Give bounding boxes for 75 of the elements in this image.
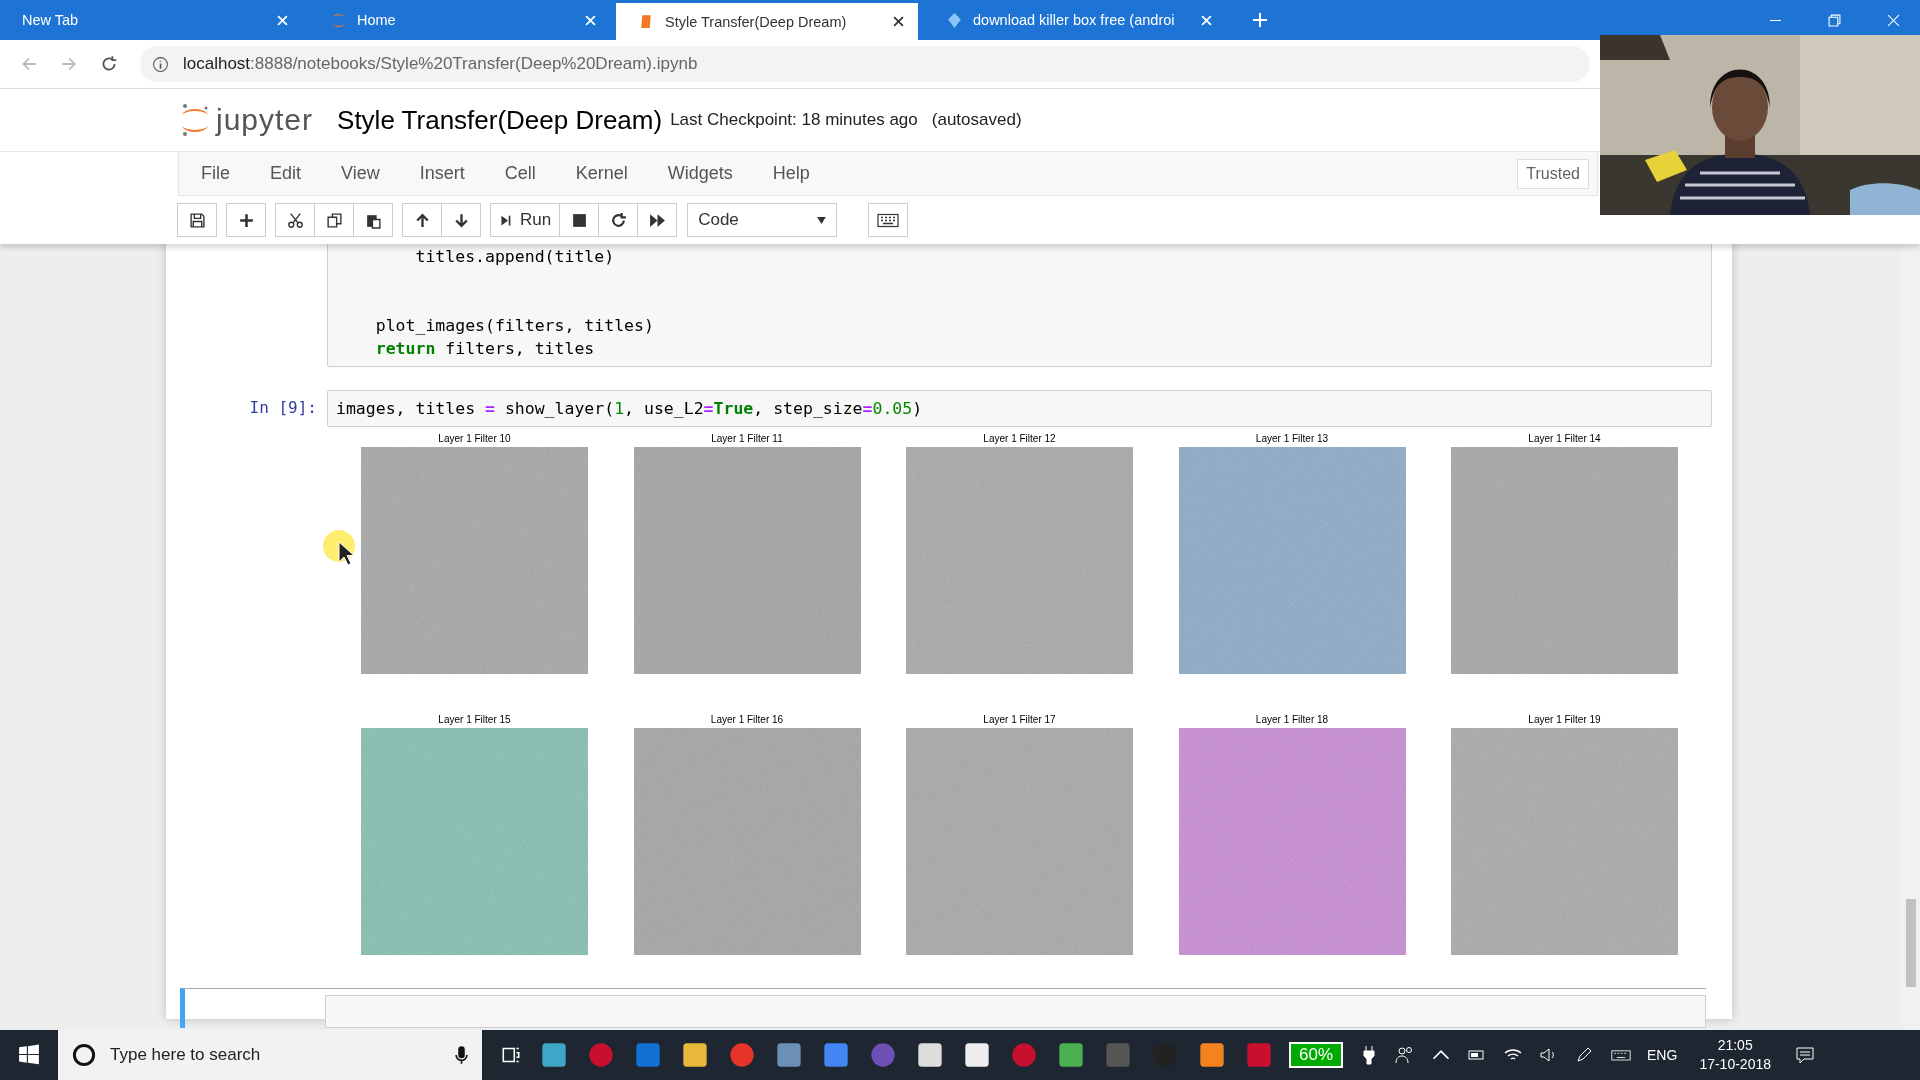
menu-item[interactable]: File bbox=[201, 163, 230, 184]
plot-title: Layer 1 Filter 11 bbox=[711, 433, 783, 444]
app-icon[interactable] bbox=[1057, 1041, 1085, 1069]
plot-title: Layer 1 Filter 19 bbox=[1528, 714, 1601, 725]
app-icon[interactable] bbox=[540, 1041, 568, 1069]
jupyter-logo-text: jupyter bbox=[216, 103, 314, 137]
menu-item[interactable]: Widgets bbox=[667, 163, 733, 184]
menu-item[interactable]: Edit bbox=[270, 163, 302, 184]
menu-item[interactable]: Help bbox=[772, 163, 810, 184]
code-input[interactable]: titles.append(title) plot_images(filters, titles) return filters, titles bbox=[327, 244, 1712, 367]
trusted-indicator[interactable]: Trusted bbox=[1517, 158, 1589, 189]
move-up-button[interactable] bbox=[402, 203, 442, 237]
menu-item[interactable]: View bbox=[341, 163, 380, 184]
plot-title: Layer 1 Filter 18 bbox=[1255, 714, 1329, 725]
checkpoint-text: Last Checkpoint: 18 minutes ago bbox=[670, 110, 918, 130]
copy-button[interactable] bbox=[314, 203, 354, 237]
app-icon[interactable] bbox=[916, 1041, 944, 1069]
empty-cell[interactable] bbox=[180, 988, 1706, 1028]
keyboard-button[interactable] bbox=[868, 203, 909, 237]
save-button[interactable] bbox=[177, 203, 217, 237]
browser-tab[interactable]: New Tab bbox=[0, 0, 302, 40]
app-icon[interactable] bbox=[963, 1041, 991, 1069]
search-field[interactable]: Type here to search bbox=[58, 1030, 482, 1080]
add-cell-button[interactable] bbox=[226, 203, 266, 237]
menu-item[interactable]: Insert bbox=[419, 163, 465, 184]
restore-icon[interactable] bbox=[1828, 13, 1841, 27]
menu-item[interactable]: Cell bbox=[504, 163, 536, 184]
run-button[interactable]: Run bbox=[490, 203, 561, 237]
code-input[interactable]: images, titles = show_layer(1, use_L2=True, step_size=0.05) bbox=[327, 390, 1712, 427]
new-tab-icon[interactable] bbox=[1252, 12, 1268, 28]
plot-title: Layer 1 Filter 15 bbox=[438, 714, 511, 725]
reload-icon[interactable] bbox=[100, 55, 118, 73]
menu-item[interactable]: Kernel bbox=[575, 163, 628, 184]
jupyter-logo-icon bbox=[180, 102, 210, 138]
plot-title: Layer 1 Filter 17 bbox=[983, 714, 1056, 725]
plot-title: Layer 1 Filter 14 bbox=[1528, 433, 1601, 444]
copy-icon bbox=[325, 211, 343, 229]
info-icon bbox=[152, 55, 169, 73]
stop-button[interactable] bbox=[559, 203, 600, 237]
clock[interactable]: 21:05 17-10-2018 bbox=[1699, 1036, 1771, 1074]
restart-icon bbox=[609, 211, 627, 229]
browser-tab[interactable]: Style Transfer(Deep Dream) bbox=[616, 3, 918, 40]
plot-title: Layer 1 Filter 16 bbox=[710, 714, 784, 725]
windows-start-icon[interactable] bbox=[18, 1044, 40, 1066]
microphone-icon[interactable] bbox=[455, 1045, 468, 1065]
save-icon bbox=[188, 211, 206, 229]
notebook-title[interactable]: Style Transfer(Deep Dream) bbox=[337, 104, 663, 136]
step-forward-icon bbox=[499, 213, 512, 227]
caret-icon bbox=[817, 216, 827, 224]
plot-title: Layer 1 Filter 12 bbox=[983, 433, 1056, 444]
keyboard-icon bbox=[877, 212, 900, 228]
cortana-icon bbox=[72, 1043, 96, 1067]
plus-icon bbox=[237, 211, 255, 229]
address-bar[interactable]: localhost:8888/notebooks/Style%20Transfer(Deep%20Dream).ipynb bbox=[140, 46, 1590, 82]
input-prompt: In [9]: bbox=[249, 398, 317, 417]
scissors-icon bbox=[286, 211, 304, 229]
search-input[interactable]: Type here to search bbox=[108, 1044, 443, 1066]
cut-button[interactable] bbox=[275, 203, 315, 237]
autosave-text: (autosaved) bbox=[931, 110, 1022, 130]
stop-icon bbox=[570, 211, 588, 229]
browser-tab[interactable]: download killer box free (androi bbox=[924, 0, 1226, 40]
app-icon[interactable] bbox=[1198, 1041, 1226, 1069]
paste-button[interactable] bbox=[353, 203, 393, 237]
notification-icon[interactable] bbox=[1795, 1045, 1815, 1065]
language-indicator[interactable]: ENG bbox=[1647, 1047, 1678, 1063]
plot-title: Layer 1 Filter 10 bbox=[438, 433, 511, 444]
move-down-button[interactable] bbox=[441, 203, 481, 237]
close-icon[interactable] bbox=[893, 16, 904, 27]
restart-button[interactable] bbox=[598, 203, 639, 237]
download-icon bbox=[946, 11, 963, 29]
cell-type-dropdown[interactable]: Code bbox=[687, 203, 838, 237]
fast-forward-button[interactable] bbox=[637, 203, 678, 237]
browser-tab[interactable]: Home bbox=[308, 0, 610, 40]
plot-title: Layer 1 Filter 13 bbox=[1255, 433, 1329, 444]
app-icon[interactable] bbox=[681, 1041, 709, 1069]
